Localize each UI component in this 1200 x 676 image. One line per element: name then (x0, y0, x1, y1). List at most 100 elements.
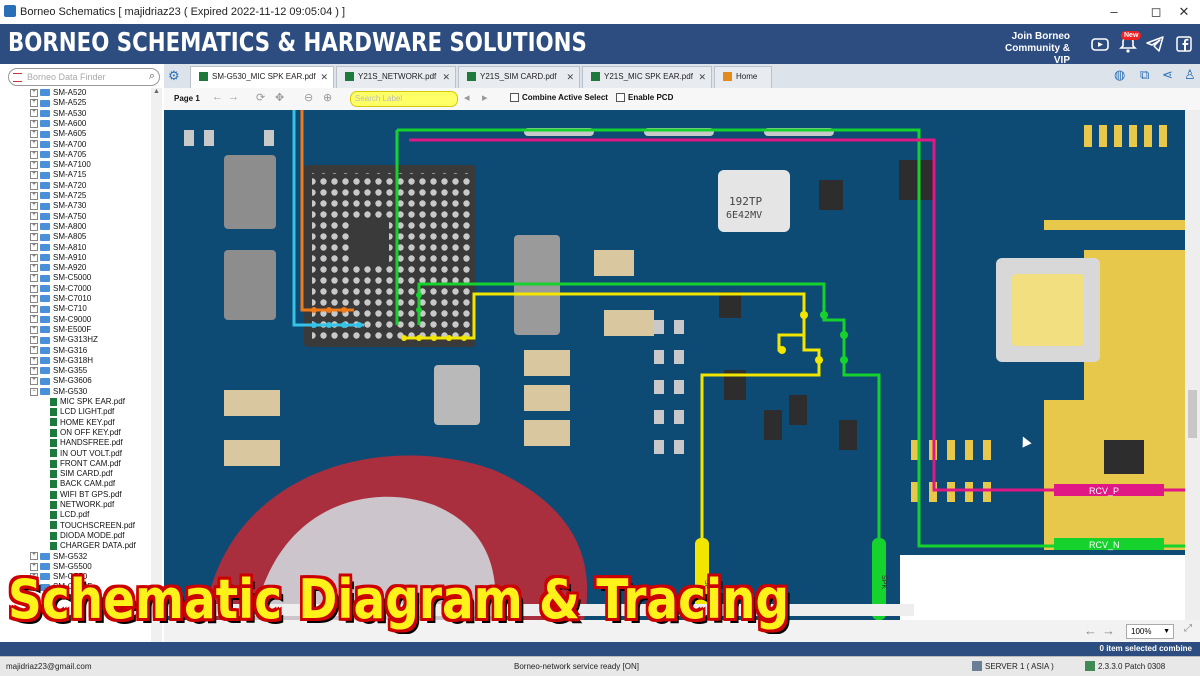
move-icon[interactable]: ✥ (275, 91, 284, 104)
checkbox-box[interactable] (510, 93, 519, 103)
expand-icon[interactable]: + (30, 222, 38, 231)
combine-active-checkbox[interactable]: Combine Active Select (510, 93, 608, 103)
expand-icon[interactable]: + (30, 366, 38, 375)
tree-folder-item[interactable]: + SM-A805 (30, 232, 86, 242)
tab-1[interactable]: SM-G530_MIC SPK EAR.pdf ✕ (190, 66, 334, 88)
expand-icon[interactable]: + (30, 336, 38, 345)
youtube-icon[interactable] (1090, 34, 1110, 54)
tree-file-item[interactable]: ON OFF KEY.pdf (50, 428, 121, 438)
page-forward-icon[interactable]: → (1102, 623, 1115, 638)
expand-icon[interactable]: + (30, 99, 38, 108)
tree-folder-item[interactable]: + SM-A600 (30, 119, 86, 129)
tree-file-item[interactable]: HANDSFREE.pdf (50, 438, 123, 448)
tree-folder-item[interactable]: + SM-G313HZ (30, 335, 98, 345)
tree-folder-item[interactable]: + SM-A7100 (30, 160, 91, 170)
tree-file-item[interactable]: SIM CARD.pdf (50, 469, 112, 479)
maximize-button[interactable]: ◻ (1142, 3, 1170, 21)
tab-4[interactable]: Y21S_MIC SPK EAR.pdf ✕ (582, 66, 712, 88)
expand-icon[interactable]: + (30, 212, 38, 221)
telegram-icon[interactable] (1145, 34, 1165, 54)
expand-icon[interactable]: + (30, 88, 38, 97)
rotate-icon[interactable]: ⟳ (256, 91, 265, 104)
expand-icon[interactable]: + (30, 552, 38, 561)
facebook-icon[interactable] (1174, 34, 1194, 54)
expand-icon[interactable]: + (30, 181, 38, 190)
expand-icon[interactable]: + (30, 253, 38, 262)
tree-folder-item[interactable]: + SM-A520 (30, 88, 86, 98)
page-back-icon[interactable]: ← (1084, 623, 1097, 638)
tree-folder-item[interactable]: + SM-A530 (30, 109, 86, 119)
tree-folder-item[interactable]: + SM-A920 (30, 263, 86, 273)
tree-folder-item[interactable]: + SM-C7000 (30, 284, 91, 294)
expand-icon[interactable]: + (30, 274, 38, 283)
checkbox-box[interactable] (616, 93, 625, 103)
tree-folder-item[interactable]: + SM-E500F (30, 325, 91, 335)
expand-icon[interactable]: + (30, 284, 38, 293)
tree-folder-item[interactable]: + SM-A720 (30, 181, 86, 191)
tree-folder-item[interactable]: + SM-A810 (30, 243, 86, 253)
join-community-link[interactable]: Join Borneo Community & VIP (996, 31, 1070, 67)
expand-icon[interactable]: + (30, 294, 38, 303)
zoom-in-icon[interactable]: ⊕ (323, 91, 332, 104)
expand-icon[interactable]: + (30, 315, 38, 324)
board-vertical-scrollbar[interactable] (1185, 110, 1200, 620)
tree-folder-item[interactable]: + SM-A730 (30, 201, 86, 211)
zoom-out-icon[interactable]: ⊖ (304, 91, 313, 104)
minimize-button[interactable]: – (1100, 3, 1128, 21)
tree-folder-item[interactable]: + SM-G532 (30, 552, 87, 562)
prev-result-icon[interactable]: ◂ (464, 91, 470, 104)
close-tab-icon[interactable]: ✕ (698, 67, 706, 87)
tree-file-item[interactable]: CHARGER DATA.pdf (50, 541, 136, 551)
tree-folder-item[interactable]: + SM-G355 (30, 366, 87, 376)
tree-folder-item[interactable]: − SM-G530 (30, 387, 87, 397)
expand-icon[interactable]: + (30, 130, 38, 139)
expand-icon[interactable]: + (30, 160, 38, 169)
pcb-canvas[interactable]: 192TP 6E42MV RCV_P RCV_N SP SPK (164, 110, 1185, 620)
expand-icon[interactable]: − (30, 387, 38, 396)
layers-icon[interactable]: ⧉ (1140, 67, 1149, 83)
expand-icon[interactable]: + (30, 171, 38, 180)
expand-icon[interactable]: + (30, 377, 38, 386)
expand-icon[interactable]: + (30, 191, 38, 200)
tools-menu-icon[interactable]: ⚙ (168, 68, 180, 84)
tree-folder-item[interactable]: + SM-A800 (30, 222, 86, 232)
sidebar-scrollbar[interactable]: ▲ (151, 88, 162, 644)
tree-folder-item[interactable]: + SM-C710 (30, 304, 87, 314)
expand-icon[interactable]: + (30, 325, 38, 334)
tree-file-item[interactable]: BACK CAM.pdf (50, 479, 115, 489)
tree-folder-item[interactable]: + SM-A605 (30, 129, 86, 139)
expand-icon[interactable]: + (30, 119, 38, 128)
tree-folder-item[interactable]: + SM-A705 (30, 150, 86, 160)
expand-icon[interactable]: + (30, 202, 38, 211)
expand-icon[interactable]: + (30, 140, 38, 149)
tab-3[interactable]: Y21S_SIM CARD.pdf ✕ (458, 66, 580, 88)
tree-file-item[interactable]: LCD LIGHT.pdf (50, 407, 114, 417)
tab-2[interactable]: Y21S_NETWORK.pdf ✕ (336, 66, 456, 88)
enable-pcd-checkbox[interactable]: Enable PCD (616, 93, 673, 103)
expand-icon[interactable]: + (30, 233, 38, 242)
zoom-select[interactable]: 100% ▼ (1126, 624, 1174, 639)
tree-folder-item[interactable]: + SM-C9000 (30, 315, 91, 325)
tree-folder-item[interactable]: + SM-C5000 (30, 273, 91, 283)
close-tab-icon[interactable]: ✕ (442, 67, 450, 87)
search-icon[interactable]: ⌕ (149, 70, 155, 83)
tree-file-item[interactable]: WIFI BT GPS.pdf (50, 490, 122, 500)
scroll-up-icon[interactable]: ▲ (153, 88, 160, 95)
tree-folder-item[interactable]: + SM-G318H (30, 356, 93, 366)
tree-folder-item[interactable]: + SM-A750 (30, 212, 86, 222)
tree-file-item[interactable]: FRONT CAM.pdf (50, 459, 121, 469)
expand-icon[interactable]: + (30, 305, 38, 314)
expand-icon[interactable]: + (30, 109, 38, 118)
tree-folder-item[interactable]: + SM-G316 (30, 346, 87, 356)
expand-icon[interactable]: + (30, 243, 38, 252)
tree-file-item[interactable]: MIC SPK EAR.pdf (50, 397, 125, 407)
next-result-icon[interactable]: ▸ (482, 91, 488, 104)
expand-icon[interactable]: + (30, 356, 38, 365)
expand-icon[interactable]: + (30, 346, 38, 355)
expand-icon[interactable]: + (30, 263, 38, 272)
label-search-input[interactable]: Search Label (350, 91, 458, 107)
back-arrow-icon[interactable]: ← (212, 91, 223, 103)
tree-folder-item[interactable]: + SM-G3606 (30, 376, 92, 386)
tree-file-item[interactable]: HOME KEY.pdf (50, 418, 115, 428)
tree-file-item[interactable]: LCD.pdf (50, 510, 89, 520)
